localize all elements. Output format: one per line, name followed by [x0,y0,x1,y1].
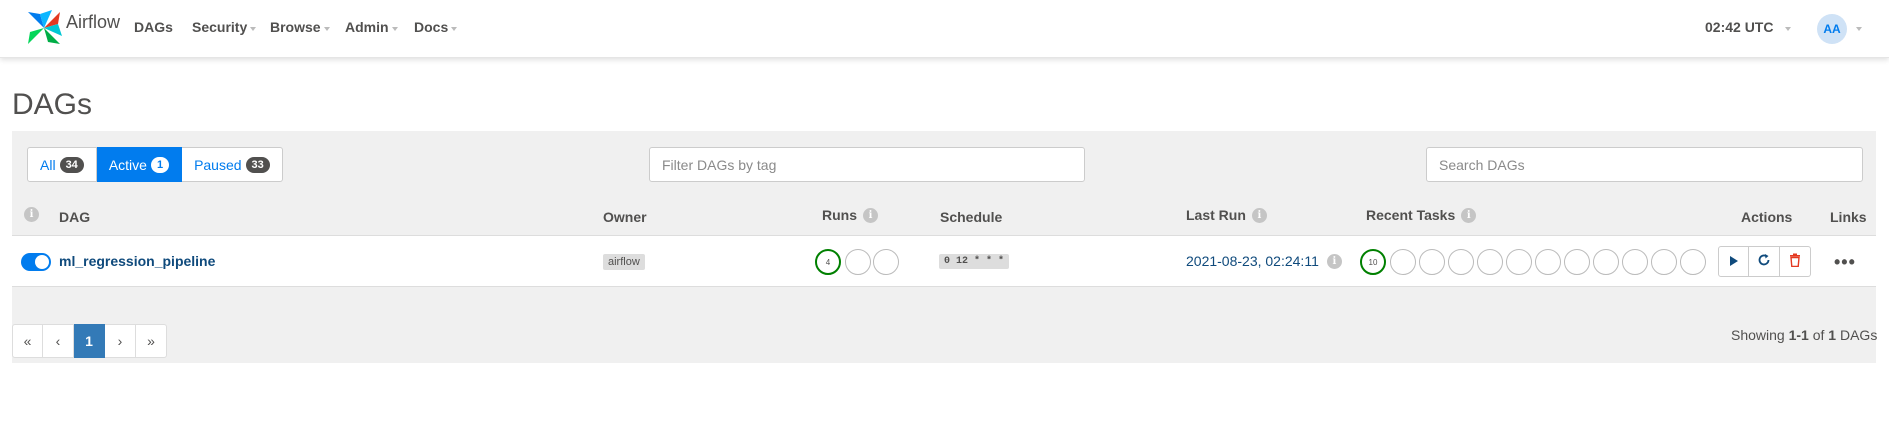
dag-id-link[interactable]: ml_regression_pipeline [59,253,215,269]
info-icon[interactable]: i [24,207,39,222]
nav-browse[interactable]: Browse [270,19,330,35]
info-icon[interactable]: i [1251,207,1267,223]
owner-label[interactable]: airflow [603,254,645,270]
caret-down-icon [1856,27,1862,31]
tab-paused[interactable]: Paused 33 [182,147,283,182]
trigger-dag-button[interactable] [1718,246,1749,277]
nav-dags[interactable]: DAGs [134,19,173,35]
tab-active[interactable]: Active 1 [96,147,183,182]
nav-admin[interactable]: Admin [345,19,398,35]
showing-of: of [1812,327,1825,343]
header-owner-label: Owner [603,209,647,225]
showing-suffix: DAGs [1839,327,1878,343]
page-title: DAGs [12,88,93,121]
tab-all-count: 34 [59,156,84,173]
header-runs: Runs i [822,207,878,223]
status-filter-tabs: All 34 Active 1 Paused 33 [27,147,283,182]
tag-filter-input[interactable] [649,147,1085,182]
task-status-empty[interactable] [1593,249,1619,275]
header-dag-label: DAG [59,209,91,225]
header-last-run-label: Last Run [1186,207,1246,223]
info-icon[interactable]: i [1461,207,1477,223]
tab-paused-label: Paused [194,156,242,173]
info-icon[interactable]: i [863,207,878,223]
page-first-button[interactable]: « [12,324,43,358]
task-status-empty[interactable] [1390,249,1416,275]
caret-down-icon [1785,26,1792,31]
task-status-empty[interactable] [1564,249,1590,275]
tab-all-label: All [40,156,56,173]
showing-prefix: Showing [1731,327,1785,343]
header-dag[interactable]: DAG [59,209,90,225]
last-run-link[interactable]: 2021-08-23, 02:24:11 i [1186,253,1342,269]
header-last-run: Last Run i [1186,207,1267,223]
last-run-value: 2021-08-23, 02:24:11 [1186,253,1319,269]
caret-down-icon [451,26,458,31]
nav-admin-label: Admin [345,19,389,35]
header-owner[interactable]: Owner [603,209,647,225]
dag-pause-toggle[interactable] [21,253,51,271]
header-runs-label: Runs [822,207,857,223]
delete-icon [1789,253,1801,270]
caret-down-icon [323,26,330,31]
tab-active-label: Active [108,156,147,173]
page-prev-button[interactable]: ‹ [43,324,74,358]
more-horizontal-icon[interactable]: ••• [1834,252,1856,273]
task-status-empty[interactable] [1419,249,1445,275]
showing-total: 1 [1828,327,1837,343]
showing-count: Showing 1-1 of 1 DAGs [1731,327,1877,343]
header-recent-tasks: Recent Tasks i [1366,207,1477,223]
run-status-empty[interactable] [845,249,871,275]
header-schedule-label: Schedule [940,209,1003,225]
refresh-icon [1757,253,1771,270]
header-recent-tasks-label: Recent Tasks [1366,207,1456,223]
page-next-button[interactable]: › [105,324,136,358]
nav-security[interactable]: Security [192,19,257,35]
run-status-empty[interactable] [873,249,899,275]
search-dags-input[interactable] [1426,147,1863,182]
task-status-empty[interactable] [1535,249,1561,275]
refresh-dag-button[interactable] [1749,246,1780,277]
run-status-success[interactable]: 4 [815,249,841,275]
clock-time: 02:42 UTC [1705,19,1774,35]
showing-range: 1-1 [1788,327,1809,343]
header-actions: Actions [1741,209,1792,225]
caret-down-icon [250,26,257,31]
tab-active-count: 1 [150,156,170,173]
caret-down-icon [391,26,398,31]
tab-all[interactable]: All 34 [27,147,97,182]
info-icon[interactable]: i [1326,253,1342,269]
task-status-success[interactable]: 10 [1360,249,1386,275]
task-status-empty[interactable] [1680,249,1706,275]
pagination: « ‹ 1 › » [12,324,167,358]
page-last-button[interactable]: » [136,324,167,358]
task-status-empty[interactable] [1506,249,1532,275]
task-status-empty[interactable] [1477,249,1503,275]
brand[interactable]: Airflow [24,8,120,51]
header-links-label: Links [1830,209,1867,225]
tab-paused-count: 33 [245,156,270,173]
task-status-empty[interactable] [1448,249,1474,275]
brand-name: Airflow [66,12,121,32]
nav-browse-label: Browse [270,19,321,35]
airflow-pinwheel-icon [24,8,64,51]
user-avatar[interactable]: AA [1817,14,1847,44]
delete-dag-button[interactable] [1780,246,1811,277]
nav-docs-label: Docs [414,19,449,35]
task-status-empty[interactable] [1651,249,1677,275]
page-current-button[interactable]: 1 [74,324,105,358]
header-actions-label: Actions [1741,209,1793,225]
nav-dags-label: DAGs [134,19,173,35]
dag-actions [1718,246,1811,277]
header-links: Links [1830,209,1867,225]
header-schedule: Schedule [940,209,1002,225]
clock-dropdown[interactable]: 02:42 UTC [1705,19,1792,35]
nav-security-label: Security [192,19,248,35]
nav-docs[interactable]: Docs [414,19,458,35]
trigger-dag-icon [1729,254,1739,270]
schedule-label[interactable]: 0 12 * * * [939,254,1010,269]
task-status-empty[interactable] [1622,249,1648,275]
top-navbar: Airflow DAGs Security Browse Admin Docs … [0,0,1889,58]
